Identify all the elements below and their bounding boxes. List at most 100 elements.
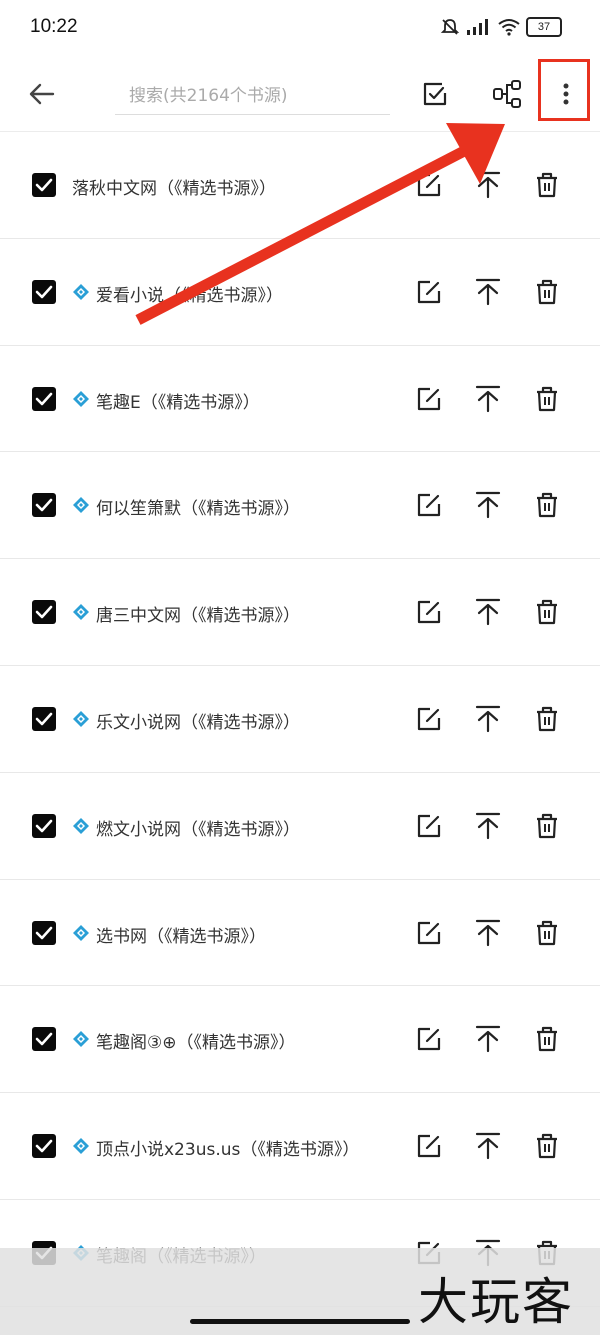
edit-icon: [417, 173, 441, 197]
trash-icon: [537, 706, 557, 732]
wifi-icon: [498, 19, 520, 36]
source-checkbox[interactable]: [32, 279, 56, 304]
source-row-4[interactable]: 唐三中文网（《精选书源》）: [0, 559, 600, 666]
edit-button[interactable]: [414, 597, 444, 627]
edit-icon: [417, 1135, 441, 1158]
delete-button[interactable]: [532, 918, 562, 948]
move-to-top-button[interactable]: [473, 384, 503, 414]
source-checkbox[interactable]: [32, 813, 56, 838]
battery-indicator: 37: [526, 17, 562, 37]
edit-icon: [417, 1028, 441, 1051]
source-checkbox[interactable]: [32, 706, 56, 731]
source-checkbox[interactable]: [32, 173, 56, 197]
move-to-top-button[interactable]: [473, 918, 503, 948]
arrow-up-to-top-icon: [475, 812, 501, 839]
edit-button[interactable]: [414, 170, 444, 200]
trash-icon: [537, 1027, 557, 1052]
diamond-icon: [73, 924, 89, 941]
source-row-0[interactable]: 落秋中文网（《精选书源》）: [0, 132, 600, 239]
source-checkbox[interactable]: [32, 600, 56, 625]
diamond-icon: [73, 604, 89, 621]
signal-icon: [467, 19, 488, 35]
source-checkbox[interactable]: [32, 386, 56, 411]
checkmark-icon: [35, 1139, 53, 1153]
move-to-top-button[interactable]: [473, 277, 503, 307]
source-row-5[interactable]: 乐文小说网（《精选书源》）: [0, 666, 600, 773]
arrow-up-to-top-icon: [475, 385, 501, 412]
source-name: 爱看小说（《精选书源》）: [96, 285, 283, 306]
source-list: 落秋中文网（《精选书源》） 爱看小说（《精选书源》） 笔趣E（《精选书源》） 何…: [0, 132, 600, 1307]
arrow-up-to-top-icon: [475, 705, 501, 733]
delete-button[interactable]: [532, 811, 562, 841]
edit-button[interactable]: [414, 384, 444, 414]
delete-button[interactable]: [532, 704, 562, 734]
delete-button[interactable]: [532, 170, 562, 200]
delete-button[interactable]: [532, 1131, 562, 1161]
diamond-icon: [73, 1031, 89, 1048]
move-to-top-button[interactable]: [473, 704, 503, 734]
source-row-9[interactable]: 顶点小说x23us.us（《精选书源》）: [0, 1093, 600, 1200]
move-to-top-button[interactable]: [473, 1131, 503, 1161]
edit-button[interactable]: [414, 704, 444, 734]
group-button[interactable]: [487, 74, 527, 114]
diamond-icon: [73, 497, 89, 514]
trash-icon: [537, 386, 557, 411]
source-checkbox[interactable]: [32, 1134, 56, 1159]
edit-button[interactable]: [414, 1024, 444, 1054]
delete-button[interactable]: [532, 277, 562, 307]
diamond-icon: [73, 710, 89, 727]
source-row-3[interactable]: 何以笙箫默（《精选书源》）: [0, 452, 600, 560]
select-all-button[interactable]: [415, 74, 455, 114]
status-bar: 10:22 37: [0, 0, 600, 56]
source-row-8[interactable]: 笔趣阁③⊕（《精选书源》）: [0, 986, 600, 1094]
source-checkbox[interactable]: [32, 1027, 56, 1052]
move-to-top-button[interactable]: [473, 1024, 503, 1054]
delete-button[interactable]: [532, 384, 562, 414]
checkmark-icon: [35, 178, 53, 192]
checkmark-icon: [35, 926, 53, 939]
edit-icon: [417, 387, 441, 410]
delete-button[interactable]: [532, 490, 562, 520]
diamond-icon: [73, 817, 89, 834]
checkmark-icon: [35, 1033, 53, 1046]
source-checkbox[interactable]: [32, 493, 56, 518]
edit-button[interactable]: [414, 490, 444, 520]
source-row-6[interactable]: 燃文小说网（《精选书源》）: [0, 773, 600, 880]
trash-icon: [537, 920, 557, 945]
checkmark-icon: [35, 499, 53, 512]
home-indicator[interactable]: [190, 1319, 410, 1324]
checkbox-edit-icon: [423, 82, 447, 106]
highlight-box: [538, 59, 590, 121]
checkmark-icon: [35, 712, 53, 726]
edit-icon: [417, 494, 441, 517]
edit-button[interactable]: [414, 277, 444, 307]
source-name: 乐文小说网（《精选书源》）: [96, 712, 300, 733]
source-row-2[interactable]: 笔趣E（《精选书源》）: [0, 346, 600, 453]
move-to-top-button[interactable]: [473, 490, 503, 520]
move-to-top-button[interactable]: [473, 170, 503, 200]
checkmark-icon: [35, 605, 53, 619]
search-input[interactable]: 搜索(共2164个书源): [115, 70, 390, 115]
delete-button[interactable]: [532, 1024, 562, 1054]
edit-button[interactable]: [414, 1131, 444, 1161]
edit-icon: [417, 707, 441, 731]
delete-button[interactable]: [532, 597, 562, 627]
move-to-top-button[interactable]: [473, 597, 503, 627]
source-checkbox[interactable]: [32, 920, 56, 945]
checkmark-icon: [35, 392, 53, 405]
source-row-1[interactable]: 爱看小说（《精选书源》）: [0, 239, 600, 346]
edit-icon: [417, 921, 441, 944]
edit-button[interactable]: [414, 918, 444, 948]
back-button[interactable]: [22, 74, 62, 114]
status-time: 10:22: [30, 16, 78, 37]
source-row-7[interactable]: 选书网（《精选书源》）: [0, 880, 600, 987]
status-icons: 37: [440, 16, 562, 38]
arrow-up-to-top-icon: [475, 171, 501, 199]
checkmark-icon: [35, 285, 53, 299]
diamond-icon: [73, 283, 89, 300]
source-name: 唐三中文网（《精选书源》）: [96, 606, 300, 627]
arrow-up-to-top-icon: [475, 919, 501, 946]
move-to-top-button[interactable]: [473, 811, 503, 841]
edit-button[interactable]: [414, 811, 444, 841]
source-name: 燃文小说网（《精选书源》）: [96, 819, 300, 840]
